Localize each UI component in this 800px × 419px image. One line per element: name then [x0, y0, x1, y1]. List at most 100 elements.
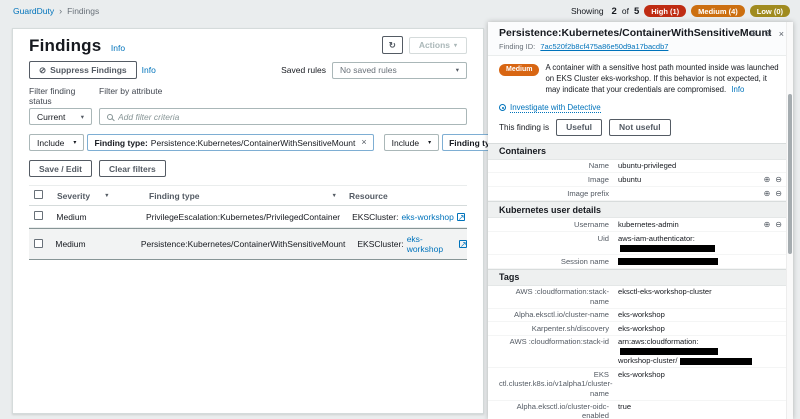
low-severity-badge: Low (0): [750, 5, 790, 17]
close-icon[interactable]: ×: [361, 138, 366, 147]
finding-type-header-label: Finding type: [149, 191, 200, 201]
suppress-info-link[interactable]: Info: [142, 65, 156, 75]
include-operator-dropdown[interactable]: Include ▾: [29, 134, 84, 151]
column-header-finding-type[interactable]: Finding type ▼: [149, 191, 349, 201]
refresh-button[interactable]: ↻: [382, 36, 403, 54]
severity-cell: Medium: [55, 239, 140, 249]
filter-search-input[interactable]: [118, 112, 459, 122]
field-value: [618, 257, 782, 266]
external-link-icon[interactable]: ↗: [459, 240, 467, 248]
include-operator-dropdown[interactable]: Include ▾: [384, 134, 439, 151]
chip-key: Finding type:: [94, 138, 147, 148]
chevron-down-icon: ▾: [428, 139, 431, 146]
suppress-findings-button[interactable]: ⊘ Suppress Findings: [29, 61, 137, 79]
resource-link[interactable]: eks-workshop: [401, 212, 453, 222]
medium-severity-badge: Medium (4): [691, 5, 745, 17]
filter-status-label: Filter finding status: [29, 86, 99, 106]
field-value: eks-workshop: [618, 324, 782, 333]
breadcrumb-current: Findings: [67, 6, 99, 16]
column-header-resource[interactable]: Resource: [349, 191, 467, 201]
finding-row-selected[interactable]: Medium Persistence:Kubernetes/ContainerW…: [29, 228, 467, 260]
finding-status-select[interactable]: Current ▾: [29, 108, 92, 125]
filter-chip: Finding type: Persistence:Kubernetes/Con…: [87, 134, 373, 151]
save-edit-button[interactable]: Save / Edit: [29, 160, 92, 177]
resource-link[interactable]: eks-workshop: [407, 234, 456, 254]
finding-id-link[interactable]: 7ac520f2b8cf475a86e50d9a17bacdb7: [540, 42, 668, 51]
external-link-icon[interactable]: ↗: [457, 213, 465, 221]
saved-rules-select[interactable]: No saved rules ▾: [332, 62, 467, 79]
detail-row: Uid aws-iam-authenticator:: [488, 232, 793, 255]
saved-rules-label: Saved rules: [281, 65, 326, 75]
filter-chip-group: Include ▾ Finding type: Persistence:Kube…: [29, 134, 374, 151]
zoom-out-icon[interactable]: ⊖: [775, 189, 782, 199]
scrollbar-thumb[interactable]: [788, 94, 792, 254]
field-value: true: [618, 402, 782, 411]
actions-button[interactable]: Actions ▾: [409, 37, 467, 54]
chevron-down-icon: ▾: [81, 113, 84, 121]
page-title: Findings: [29, 36, 101, 55]
field-label: Username: [499, 220, 609, 229]
sort-icon: ▼: [332, 193, 337, 199]
zoom-in-icon[interactable]: ⊕: [750, 28, 758, 39]
detail-row: Username kubernetes-admin ⊕ ⊖: [488, 218, 793, 232]
select-all-checkbox[interactable]: [34, 190, 43, 199]
field-value: eksctl-eks-workshop-cluster: [618, 287, 782, 296]
severity-cell: Medium: [56, 212, 146, 222]
showing-current: 2: [612, 6, 617, 17]
chevron-down-icon: ▾: [454, 42, 457, 49]
finding-is-label: This finding is: [499, 123, 549, 132]
zoom-out-icon[interactable]: ⊖: [775, 220, 782, 230]
description-info-link[interactable]: Info: [731, 85, 744, 94]
detail-row: AWS :cloudformation:stack-name eksctl-ek…: [488, 286, 793, 309]
field-label: Karpenter.sh/discovery: [499, 324, 609, 333]
high-severity-badge: High (1): [644, 5, 686, 17]
zoom-out-icon[interactable]: ⊖: [764, 28, 772, 39]
not-useful-button[interactable]: Not useful: [609, 119, 671, 136]
row-checkbox[interactable]: [34, 211, 43, 220]
detail-row: Alpha.eksctl.io/cluster-name eks-worksho…: [488, 309, 793, 322]
field-label: AWS :cloudformation:stack-name: [499, 287, 609, 306]
title-info-link[interactable]: Info: [111, 43, 125, 53]
row-checkbox[interactable]: [34, 239, 43, 248]
refresh-icon: ↻: [389, 40, 396, 51]
zoom-in-icon[interactable]: ⊕: [764, 175, 771, 185]
detail-row: Image prefix ⊕ ⊖: [488, 187, 793, 201]
sort-icon: ▼: [104, 193, 109, 199]
finding-status-value: Current: [37, 112, 65, 122]
field-label: Session name: [499, 257, 609, 266]
detail-row: Name ubuntu-privileged: [488, 160, 793, 173]
suppress-icon: ⊘: [39, 65, 46, 76]
table-header-row: Severity ▼ Finding type ▼ Resource: [29, 185, 467, 206]
field-value: ubuntu-privileged: [618, 161, 782, 170]
finding-detail-panel: Persistence:Kubernetes/ContainerWithSens…: [488, 22, 793, 419]
resource-prefix: EKSCluster:: [352, 212, 398, 222]
detail-row: EKS ctl.cluster.k8s.io/v1alpha1/cluster-…: [488, 368, 793, 400]
panel-scrollbar[interactable]: [786, 22, 793, 419]
zoom-out-icon[interactable]: ⊖: [775, 175, 782, 185]
zoom-in-icon[interactable]: ⊕: [764, 189, 771, 199]
column-header-severity[interactable]: Severity ▼: [57, 191, 149, 201]
investigate-with-detective-link[interactable]: Investigate with Detective: [510, 103, 601, 113]
close-icon[interactable]: ×: [779, 29, 784, 39]
detail-row: Session name: [488, 255, 793, 268]
finding-type-cell: Persistence:Kubernetes/ContainerWithSens…: [141, 239, 358, 249]
include-label: Include: [392, 138, 419, 148]
showing-prefix: Showing: [571, 6, 604, 16]
redacted-value: [620, 245, 715, 252]
zoom-in-icon[interactable]: ⊕: [764, 220, 771, 230]
finding-row[interactable]: Medium PrivilegeEscalation:Kubernetes/Pr…: [29, 206, 467, 228]
detail-header: Persistence:Kubernetes/ContainerWithSens…: [488, 22, 793, 56]
detail-row: Alpha.eksctl.io/cluster-oidc-enabled tru…: [488, 401, 793, 419]
top-bar: GuardDuty › Findings Showing 2 of 5 High…: [0, 0, 800, 22]
showing-of: of: [622, 6, 629, 16]
detail-row: AWS :cloudformation:stack-id arn:aws:clo…: [488, 336, 793, 368]
section-header-k8s-user: Kubernetes user details: [488, 201, 793, 218]
field-label: AWS :cloudformation:stack-id: [499, 337, 609, 346]
severity-header-label: Severity: [57, 191, 90, 201]
finding-id-label: Finding ID:: [499, 42, 535, 51]
useful-button[interactable]: Useful: [556, 119, 602, 136]
clear-filters-button[interactable]: Clear filters: [99, 160, 166, 177]
redacted-value: [620, 348, 718, 355]
finding-description: Medium A container with a sensitive host…: [488, 56, 793, 100]
breadcrumb-link-guardduty[interactable]: GuardDuty: [13, 6, 54, 16]
